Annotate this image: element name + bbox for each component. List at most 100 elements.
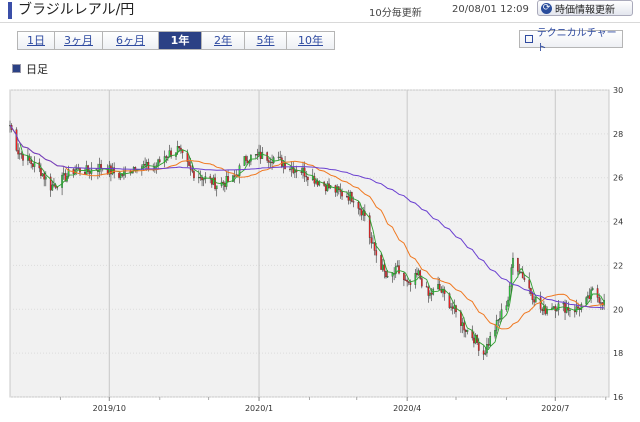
candle-body: [357, 202, 360, 209]
candle-body: [178, 146, 181, 149]
candle-body: [18, 153, 21, 155]
candle-body: [533, 299, 535, 303]
candle-body: [552, 306, 555, 309]
tab-10years[interactable]: 10年: [287, 32, 334, 49]
y-tick-label: 26: [613, 174, 623, 183]
candle-body: [466, 329, 469, 332]
candle-body: [214, 177, 216, 190]
candle-body: [497, 319, 500, 321]
tab-5years[interactable]: 5年: [245, 32, 287, 49]
refresh-icon: ⟳: [541, 2, 552, 14]
candle-body: [531, 293, 534, 300]
candle-body: [188, 161, 190, 166]
candle-body: [142, 164, 145, 167]
candle-body: [375, 250, 378, 256]
candle-body: [20, 153, 23, 155]
candle-body: [460, 311, 462, 326]
refresh-button[interactable]: ⟳ 時価情報更新: [537, 0, 633, 16]
candle-body: [381, 264, 384, 270]
tab-6months[interactable]: 6ヶ月: [103, 32, 159, 49]
candle-body: [487, 344, 490, 346]
y-tick-label: 30: [613, 86, 623, 95]
candle-body: [201, 177, 203, 181]
candle-body: [489, 336, 492, 346]
candle-body: [565, 307, 568, 313]
candle-body: [539, 297, 542, 310]
candle-body: [302, 167, 304, 173]
candle-body: [403, 273, 405, 281]
candle-body: [300, 171, 303, 173]
candle-body: [157, 159, 159, 167]
candle-body: [596, 288, 599, 298]
candle-body: [61, 174, 63, 188]
candle-body: [484, 352, 487, 355]
candle-body: [44, 176, 47, 180]
candle-body: [430, 292, 433, 295]
candle-body: [199, 177, 202, 179]
page-title: ブラジルレアル/円: [18, 2, 135, 18]
candle-body: [409, 282, 412, 285]
candle-body: [41, 173, 44, 176]
candle-body: [180, 147, 182, 150]
candle-body: [261, 152, 264, 159]
candle-body: [225, 176, 228, 187]
candle-body: [450, 306, 452, 308]
candle-body: [427, 287, 430, 296]
candle-body: [27, 155, 29, 161]
candle-body: [334, 185, 337, 193]
candle-body: [267, 160, 270, 163]
candle-body: [370, 237, 373, 244]
tab-2years[interactable]: 2年: [202, 32, 245, 49]
candle-body: [22, 154, 24, 161]
candle-body: [33, 162, 36, 167]
y-tick-label: 22: [613, 261, 623, 270]
range-tabs: 1日 3ヶ月 6ヶ月 1年 2年 5年 10年: [17, 31, 335, 50]
y-tick-label: 16: [613, 393, 623, 402]
candle-body: [305, 176, 308, 178]
candle-body: [258, 151, 260, 155]
tab-3months[interactable]: 3ヶ月: [55, 32, 103, 49]
candle-body: [346, 196, 348, 198]
candle-body: [442, 289, 444, 293]
technical-chart-label: テクニカルチャート: [536, 28, 617, 54]
candle-body: [212, 177, 215, 185]
y-tick-label: 18: [613, 349, 623, 358]
technical-chart-button[interactable]: テクニカルチャート: [519, 28, 623, 54]
candle-body: [100, 164, 102, 169]
candle-body: [193, 171, 195, 179]
x-tick-label: 2020/1: [245, 404, 273, 413]
candle-body: [360, 209, 363, 216]
candle-body: [461, 322, 464, 326]
candle-body: [43, 173, 46, 180]
candle-body: [417, 270, 420, 276]
candle-body: [585, 297, 588, 305]
candle-body: [17, 150, 19, 155]
candle-body: [385, 271, 387, 278]
y-tick-label: 28: [613, 130, 623, 139]
candle-body: [347, 196, 350, 201]
candle-body: [245, 156, 247, 161]
candle-body: [121, 174, 124, 176]
section-label: 日足: [26, 63, 48, 76]
candle-body: [197, 177, 200, 179]
title-accent-bar: [8, 2, 12, 19]
candle-body: [373, 242, 376, 251]
candle-body: [254, 154, 257, 156]
tab-1day[interactable]: 1日: [18, 32, 55, 49]
section-square-icon: [12, 64, 21, 73]
candle-body: [543, 305, 545, 312]
candle-body: [227, 176, 229, 182]
candle-body: [520, 272, 522, 274]
candle-body: [62, 173, 65, 176]
candle-body: [145, 162, 148, 166]
candle-body: [279, 156, 282, 158]
candle-body: [324, 185, 327, 192]
candle-body: [84, 172, 86, 175]
candle-body: [398, 265, 400, 274]
candle-body: [256, 154, 259, 156]
candle-body: [482, 350, 485, 355]
update-timestamp: 20/08/01 12:09: [452, 4, 529, 15]
candle-body: [416, 273, 418, 276]
tab-1year[interactable]: 1年: [159, 32, 202, 49]
candle-body: [51, 184, 54, 191]
